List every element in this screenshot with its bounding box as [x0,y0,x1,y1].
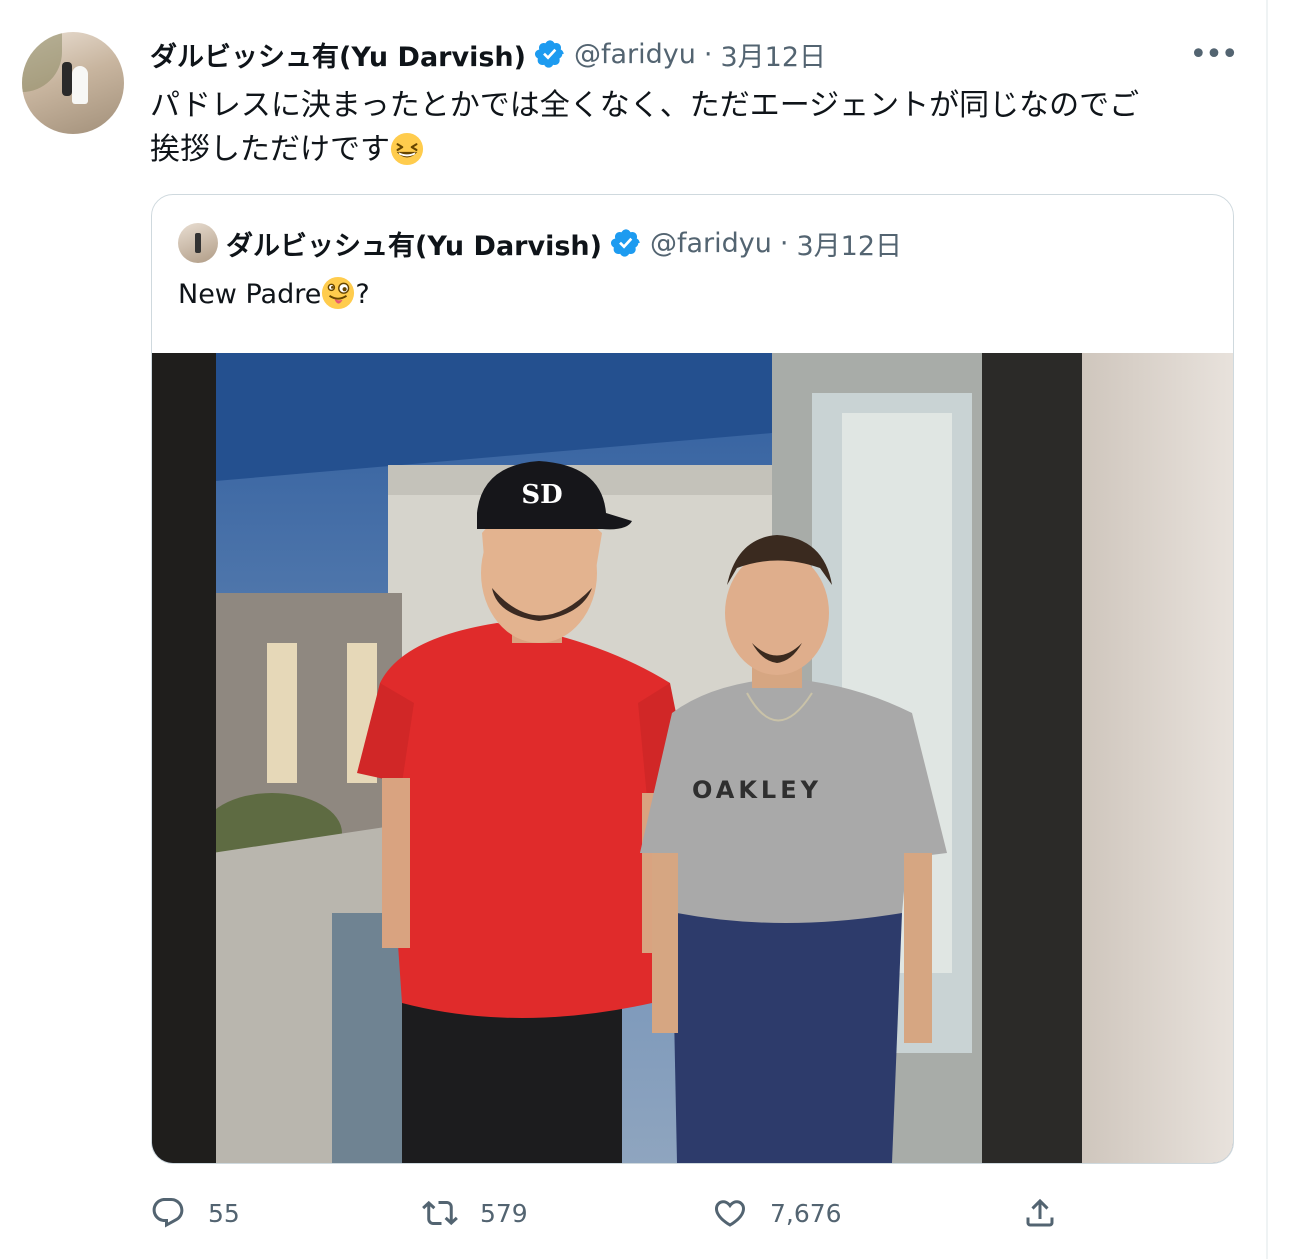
share-button[interactable] [1022,1188,1058,1238]
winking-face-with-tongue-emoji-icon [322,276,355,310]
quoted-author-name: ダルビッシュ有(Yu Darvish) [226,230,602,262]
photo-shirt-logo: OAKLEY [692,776,822,804]
quoted-author-handle: @faridyu [649,227,772,259]
avatar[interactable] [22,32,124,134]
tweet-actions: 55 579 7,676 [150,1188,1240,1238]
grinning-squinting-face-emoji-icon [390,132,424,166]
quoted-text-main: New Padre [178,279,322,310]
more-label: ••• [1189,36,1238,72]
like-button[interactable]: 7,676 [712,1188,842,1238]
heart-icon [714,1200,746,1227]
tweet-date[interactable]: 3月12日 [720,35,826,74]
retweet-count: 579 [480,1198,528,1228]
quoted-avatar [178,223,218,263]
quoted-tweet-header: ダルビッシュ有(Yu Darvish) @faridyu · 3月12日 [178,222,902,264]
column-divider [1266,0,1268,1259]
tweet-text-line2: 挨拶しただけです [150,132,390,167]
verified-badge-icon [610,229,640,257]
separator-dot: · [703,38,713,70]
reply-count: 55 [208,1198,240,1228]
retweet-button[interactable]: 579 [422,1188,528,1238]
quoted-text-suffix: ? [355,279,370,310]
tweet-header: ダルビッシュ有(Yu Darvish) @faridyu · 3月12日 [150,34,826,74]
tweet-text-line1: パドレスに決まったとかでは全くなく、ただエージェントが同じなのでご [150,88,1140,123]
share-icon [1026,1198,1054,1227]
retweet-icon [422,1200,458,1226]
photo-cap-logo: SD [521,480,562,510]
tweet-photo[interactable]: SD OAKLEY [152,353,1233,1163]
more-options-icon[interactable]: ••• [1189,37,1238,72]
photo-illustration: SD OAKLEY [152,353,1233,1163]
tweet-text: パドレスに決まったとかでは全くなく、ただエージェントが同じなのでご 挨拶しただけ… [150,84,1240,172]
quoted-tweet-date: 3月12日 [796,230,903,262]
reply-button[interactable]: 55 [150,1188,240,1238]
reply-icon [152,1198,184,1228]
author-handle[interactable]: @faridyu [574,39,696,70]
quoted-tweet-card[interactable]: ダルビッシュ有(Yu Darvish) @faridyu · 3月12日 New… [151,194,1234,1164]
like-count: 7,676 [770,1198,842,1228]
quoted-tweet-text: New Padre ? [178,275,370,315]
verified-badge-icon [534,40,564,68]
separator-dot: · [779,227,789,259]
author-name[interactable]: ダルビッシュ有(Yu Darvish) [150,35,526,74]
